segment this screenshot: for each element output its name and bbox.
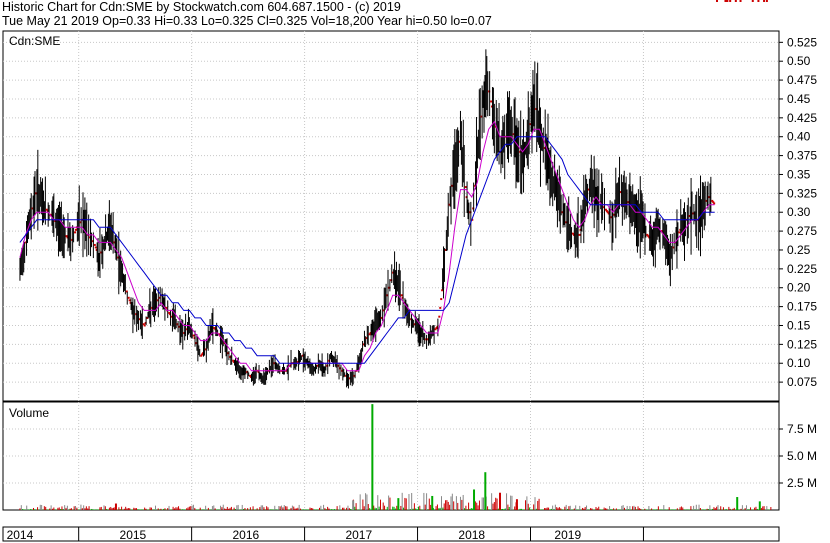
price-flat-day-mark xyxy=(440,298,443,301)
price-flat-day-mark xyxy=(751,0,754,2)
volume-tick-label: 7.5 M xyxy=(787,422,817,436)
price-tick-label: 0.275 xyxy=(787,224,817,238)
price-panel: Cdn:SME 0.075 0.10 0.125 0.15 0.175 0.20 0.225… xyxy=(2,0,817,402)
price-flat-day-mark xyxy=(93,243,96,246)
time-axis-label: 2016 xyxy=(233,528,260,542)
volume-plot-area xyxy=(2,401,780,511)
price-flat-day-mark xyxy=(739,0,742,2)
volume-axis: 2.5 M 5.0 M 7.5 M xyxy=(779,422,817,490)
price-tick-label: 0.15 xyxy=(787,318,811,332)
price-tick-label: 0.50 xyxy=(787,54,811,68)
price-tick-label: 0.475 xyxy=(787,73,817,87)
price-flat-day-mark xyxy=(678,231,681,234)
price-flat-day-mark xyxy=(726,0,729,2)
price-tick-label: 0.45 xyxy=(787,92,811,106)
price-flat-day-mark xyxy=(127,296,130,299)
price-flat-day-mark xyxy=(74,228,77,231)
price-flat-day-mark xyxy=(400,294,403,297)
price-tick-label: 0.375 xyxy=(787,149,817,163)
price-tick-label: 0.25 xyxy=(787,243,811,257)
time-axis: 2014 2015 2016 2017 2018 2019 xyxy=(2,526,780,542)
chart-canvas: Cdn:SME 0.075 0.10 0.125 0.15 0.175 0.20 0.225… xyxy=(2,0,817,542)
price-flat-day-mark xyxy=(713,202,716,205)
volume-panel: Volume 2.5 M 5.0 M 7.5 M xyxy=(2,401,817,511)
price-flat-day-mark xyxy=(94,246,97,249)
price-flat-day-mark xyxy=(757,0,760,2)
chart-window: Historic Chart for Cdn:SME by Stockwatch… xyxy=(0,0,830,543)
price-flat-day-mark xyxy=(490,100,493,103)
price-flat-day-mark xyxy=(128,299,131,302)
price-flat-day-mark xyxy=(192,334,195,337)
price-flat-day-mark xyxy=(734,0,737,2)
price-flat-day-mark xyxy=(724,0,727,2)
time-axis-label: 2018 xyxy=(458,528,485,542)
price-axis: 0.075 0.10 0.125 0.15 0.175 0.20 0.225 0.25 0.27… xyxy=(779,35,817,389)
price-tick-label: 0.20 xyxy=(787,281,811,295)
price-tick-label: 0.075 xyxy=(787,375,817,389)
price-tick-label: 0.425 xyxy=(787,111,817,125)
price-flat-day-mark xyxy=(439,306,442,309)
price-tick-label: 0.225 xyxy=(787,262,817,276)
price-tick-label: 0.175 xyxy=(787,300,817,314)
time-axis-label: 2014 xyxy=(7,528,34,542)
price-panel-title: Cdn:SME xyxy=(9,34,60,48)
volume-panel-title: Volume xyxy=(9,406,49,420)
price-tick-label: 0.30 xyxy=(787,205,811,219)
volume-tick-label: 2.5 M xyxy=(787,476,817,490)
price-tick-label: 0.10 xyxy=(787,356,811,370)
time-axis-label: 2017 xyxy=(345,528,372,542)
price-tick-label: 0.40 xyxy=(787,130,811,144)
price-flat-day-mark xyxy=(438,315,441,318)
price-tick-label: 0.125 xyxy=(787,337,817,351)
price-tick-label: 0.325 xyxy=(787,186,817,200)
time-axis-label: 2015 xyxy=(120,528,147,542)
price-flat-day-mark xyxy=(765,0,768,2)
price-flat-day-mark xyxy=(74,231,77,234)
price-flat-day-mark xyxy=(143,324,146,327)
price-flat-day-mark xyxy=(464,186,467,189)
time-axis-label: 2019 xyxy=(554,528,581,542)
price-tick-label: 0.525 xyxy=(787,35,817,49)
price-flat-day-mark xyxy=(763,0,766,2)
price-tick-label: 0.35 xyxy=(787,167,811,181)
price-flat-day-mark xyxy=(729,0,732,2)
price-flat-day-mark xyxy=(715,0,718,2)
price-flat-day-mark xyxy=(578,233,581,236)
price-plot-area xyxy=(2,30,780,402)
volume-tick-label: 5.0 M xyxy=(787,449,817,463)
